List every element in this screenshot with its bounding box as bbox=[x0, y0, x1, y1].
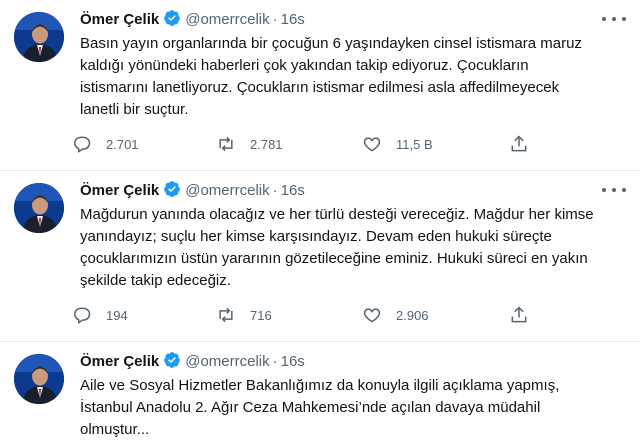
tweet-actions: 2.701 2.781 11,5 B bbox=[72, 127, 552, 161]
tweet-header: Ömer Çelik @omerrcelik · 16s bbox=[80, 351, 600, 375]
like-count: 2.906 bbox=[396, 307, 429, 323]
author-name[interactable]: Ömer Çelik bbox=[80, 11, 159, 28]
author-handle[interactable]: @omerrcelik bbox=[185, 353, 269, 370]
tweet-actions: 194 716 2.906 bbox=[72, 298, 552, 332]
tweet-time[interactable]: 16s bbox=[281, 182, 305, 199]
tweet-text: Aile ve Sosyal Hizmetler Bakanlığımız da… bbox=[80, 377, 560, 438]
retweet-button[interactable]: 2.781 bbox=[216, 127, 283, 161]
share-icon bbox=[511, 135, 527, 152]
separator-dot: · bbox=[272, 11, 278, 28]
reply-button[interactable]: 2.701 bbox=[72, 127, 139, 161]
like-count: 11,5 B bbox=[396, 136, 433, 152]
retweet-button[interactable]: 716 bbox=[216, 298, 272, 332]
share-button[interactable] bbox=[509, 298, 543, 332]
author-handle[interactable]: @omerrcelik bbox=[185, 182, 269, 199]
more-dots-icon[interactable] bbox=[602, 12, 626, 26]
retweet-icon bbox=[219, 136, 233, 152]
reply-count: 194 bbox=[106, 307, 128, 323]
tweet-text: Basın yayın organlarında bir çocuğun 6 y… bbox=[80, 35, 582, 118]
tweet[interactable]: Ömer Çelik @omerrcelik · 16s Mağdurun yanın… bbox=[0, 171, 640, 342]
more-dots-icon[interactable] bbox=[602, 183, 626, 197]
reply-button[interactable]: 194 bbox=[72, 298, 128, 332]
author-handle[interactable]: @omerrcelik bbox=[185, 11, 269, 28]
reply-icon bbox=[74, 136, 91, 153]
tweet[interactable]: Ömer Çelik @omerrcelik · 16s Aile ve Sosyal… bbox=[0, 342, 640, 438]
heart-icon bbox=[363, 137, 381, 152]
tweet-time[interactable]: 16s bbox=[281, 11, 305, 28]
separator-dot: · bbox=[272, 353, 278, 370]
reply-icon bbox=[74, 307, 91, 324]
verified-badge-icon bbox=[163, 9, 181, 33]
verified-badge-icon bbox=[163, 351, 181, 375]
verified-badge-icon bbox=[163, 180, 181, 204]
tweet-text: Mağdurun yanında olacağız ve her türlü d… bbox=[80, 206, 594, 289]
author-name[interactable]: Ömer Çelik bbox=[80, 353, 159, 370]
retweet-count: 2.781 bbox=[250, 136, 283, 152]
avatar[interactable] bbox=[14, 12, 64, 62]
retweet-icon bbox=[219, 307, 233, 323]
separator-dot: · bbox=[272, 182, 278, 199]
tweet-time[interactable]: 16s bbox=[281, 353, 305, 370]
share-icon bbox=[511, 306, 527, 323]
avatar[interactable] bbox=[14, 354, 64, 404]
like-button[interactable]: 11,5 B bbox=[362, 127, 433, 161]
tweet[interactable]: Ömer Çelik @omerrcelik · 16s Basın yayın or… bbox=[0, 0, 640, 171]
author-name[interactable]: Ömer Çelik bbox=[80, 182, 159, 199]
share-button[interactable] bbox=[509, 127, 543, 161]
like-button[interactable]: 2.906 bbox=[362, 298, 429, 332]
heart-icon bbox=[363, 308, 381, 323]
avatar[interactable] bbox=[14, 183, 64, 233]
tweet-header: Ömer Çelik @omerrcelik · 16s bbox=[80, 180, 600, 204]
reply-count: 2.701 bbox=[106, 136, 139, 152]
tweet-header: Ömer Çelik @omerrcelik · 16s bbox=[80, 9, 600, 33]
retweet-count: 716 bbox=[250, 307, 272, 323]
